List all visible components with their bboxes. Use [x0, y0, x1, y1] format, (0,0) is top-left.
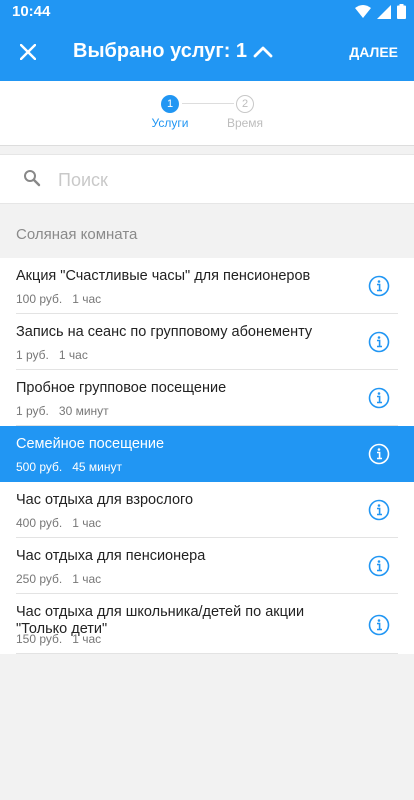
service-price: 500 руб.: [16, 460, 63, 474]
service-row[interactable]: Акция "Счастливые часы" для пенсионеров …: [0, 258, 414, 314]
status-icons: [355, 4, 406, 19]
step-services[interactable]: 1 Услуги: [140, 95, 200, 130]
service-row[interactable]: Час отдыха для школьника/детей по акции …: [0, 594, 414, 654]
wifi-icon: [355, 4, 371, 18]
step-label: Услуги: [151, 116, 189, 130]
signal-icon: [377, 4, 391, 19]
info-icon[interactable]: [368, 555, 390, 577]
step-number: 1: [161, 95, 179, 113]
service-row[interactable]: Час отдыха для пенсионера 250 руб. 1 час: [0, 538, 414, 594]
row-divider: [16, 653, 398, 654]
service-meta: 1 руб. 1 час: [16, 348, 88, 362]
service-title: Запись на сеанс по групповому абонементу: [16, 324, 313, 340]
service-duration: 1 час: [72, 292, 102, 306]
battery-icon: [397, 4, 406, 19]
step-label: Время: [226, 116, 264, 130]
stepper: 1 Услуги 2 Время: [0, 81, 414, 146]
group-header: Соляная комната: [16, 226, 138, 243]
service-duration: 30 минут: [58, 404, 109, 418]
service-row[interactable]: Час отдыха для взрослого 400 руб. 1 час: [0, 482, 414, 538]
service-duration: 45 минут: [72, 460, 123, 474]
service-row[interactable]: Запись на сеанс по групповому абонементу…: [0, 314, 414, 370]
info-icon[interactable]: [368, 331, 390, 353]
service-title: Пробное групповое посещение: [16, 380, 227, 396]
info-icon[interactable]: [368, 387, 390, 409]
service-duration: 1 час: [72, 516, 102, 530]
search-icon: [23, 169, 41, 192]
service-price: 400 руб.: [16, 516, 63, 530]
service-price: 1 руб.: [16, 404, 49, 418]
search-bar: [0, 154, 414, 204]
app-bar: Выбрано услуг: 1 ДАЛЕЕ: [0, 24, 414, 81]
info-icon[interactable]: [368, 614, 390, 636]
service-price: 1 руб.: [16, 348, 49, 362]
status-time: 10:44: [12, 3, 51, 20]
service-meta: 150 руб. 1 час: [16, 632, 101, 646]
service-title: Семейное посещение: [16, 436, 165, 452]
info-icon[interactable]: [368, 443, 390, 465]
step-number: 2: [236, 95, 254, 113]
page-title: Выбрано услуг: 1: [73, 40, 248, 62]
service-duration: 1 час: [58, 348, 88, 362]
service-price: 100 руб.: [16, 292, 63, 306]
service-meta: 250 руб. 1 час: [16, 572, 101, 586]
service-meta: 1 руб. 30 минут: [16, 404, 109, 418]
status-bar: 10:44: [0, 0, 414, 24]
service-meta: 400 руб. 1 час: [16, 516, 101, 530]
service-row[interactable]: Пробное групповое посещение 1 руб. 30 мин…: [0, 370, 414, 426]
chevron-up-icon: [253, 45, 273, 59]
service-title: Час отдыха для взрослого: [16, 492, 194, 508]
selected-services-toggle[interactable]: Выбрано услуг: 1: [73, 40, 273, 63]
service-meta: 100 руб. 1 час: [16, 292, 101, 306]
search-input[interactable]: [56, 163, 400, 197]
service-title: Час отдыха для пенсионера: [16, 548, 206, 564]
next-button[interactable]: ДАЛЕЕ: [349, 44, 398, 60]
step-time[interactable]: 2 Время: [215, 95, 275, 130]
service-title: Акция "Счастливые часы" для пенсионеров: [16, 268, 311, 284]
info-icon[interactable]: [368, 499, 390, 521]
service-duration: 1 час: [72, 632, 102, 646]
service-meta: 500 руб. 45 минут: [16, 460, 122, 474]
service-price: 150 руб.: [16, 632, 63, 646]
service-row-selected[interactable]: Семейное посещение 500 руб. 45 минут: [0, 426, 414, 482]
info-icon[interactable]: [368, 275, 390, 297]
close-button[interactable]: [10, 34, 46, 70]
service-price: 250 руб.: [16, 572, 63, 586]
service-duration: 1 час: [72, 572, 102, 586]
close-icon: [20, 44, 36, 60]
services-list: Акция "Счастливые часы" для пенсионеров …: [0, 258, 414, 654]
